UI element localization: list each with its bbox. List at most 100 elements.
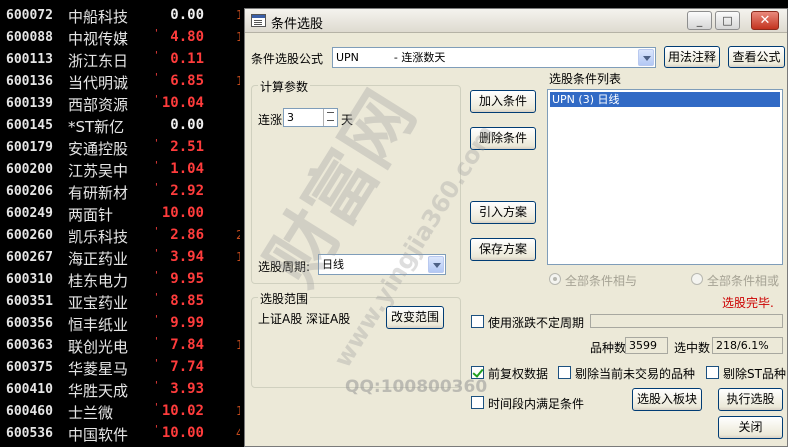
- table-row[interactable]: 600145 *ST新亿 0.00: [0, 115, 250, 137]
- stock-code: 600206: [6, 184, 53, 199]
- stock-name: 士兰微: [68, 404, 114, 422]
- table-row[interactable]: 600179 安通控股 ' 2.51: [0, 137, 250, 159]
- table-row[interactable]: 600351 亚宝药业 ' 8.85: [0, 291, 250, 313]
- table-row[interactable]: 600072中船科技0.001: [0, 5, 250, 27]
- progress-bar: [590, 314, 783, 328]
- add-to-block-button[interactable]: 选股入板块: [632, 388, 702, 411]
- close-button[interactable]: 关闭: [718, 416, 783, 439]
- table-row[interactable]: 600536中国软件'10.004: [0, 423, 250, 445]
- change-range-button[interactable]: 改变范围: [386, 306, 444, 329]
- use-period-label: 使用涨跌不定周期: [488, 316, 585, 330]
- calc-params-title: 计算参数: [258, 78, 311, 95]
- table-row[interactable]: 600200 江苏吴中 ' 1.04: [0, 159, 250, 181]
- list-item[interactable]: UPN (3) 日线: [550, 92, 780, 107]
- stock-name: 华胜天成: [68, 382, 129, 400]
- stock-name: 安通控股: [68, 140, 129, 158]
- table-row[interactable]: 600356 恒丰纸业 ' 9.99: [0, 313, 250, 335]
- dialog-titlebar[interactable]: 条件选股 _ □ ✕: [245, 9, 787, 33]
- stock-name: 亚宝药业: [68, 294, 129, 312]
- param-input[interactable]: 3: [283, 108, 338, 127]
- range-title: 选股范围: [258, 290, 311, 307]
- param-value: 3: [287, 111, 294, 124]
- condition-list[interactable]: UPN (3) 日线: [547, 89, 783, 265]
- stock-name: 凯乐科技: [68, 228, 129, 246]
- table-row[interactable]: 600375 华菱星马 ' 7.74: [0, 357, 250, 379]
- table-row[interactable]: 600139 西部资源 ' 10.04: [0, 93, 250, 115]
- import-plan-button[interactable]: 引入方案: [470, 201, 536, 224]
- period-label: 选股周期:: [258, 260, 311, 274]
- stock-name: 西部资源: [68, 96, 129, 114]
- app-icon: [251, 14, 266, 27]
- stock-name: 当代明诚: [68, 74, 129, 92]
- stock-change: 6.85: [170, 73, 204, 89]
- stock-marker: ': [155, 402, 158, 413]
- stock-name: 中船科技: [68, 8, 129, 26]
- stock-change: 8.85: [170, 293, 204, 309]
- delete-condition-button[interactable]: 删除条件: [470, 127, 536, 150]
- stock-marker: ': [155, 160, 158, 171]
- table-row[interactable]: 600310 桂东电力 ' 9.95: [0, 269, 250, 291]
- exclude-st-label: 剔除ST品种: [723, 367, 786, 381]
- radio-and-label: 全部条件相与: [565, 274, 638, 288]
- formula-select[interactable]: UPN - 连涨数天: [332, 47, 656, 68]
- stock-code: 600200: [6, 162, 53, 177]
- selected-field: 218/6.1%: [712, 337, 783, 354]
- stock-name: 中视传媒: [68, 30, 129, 48]
- table-row[interactable]: 600088中视传媒'4.801: [0, 27, 250, 49]
- use-period-checkbox[interactable]: [471, 315, 484, 328]
- stock-code: 600145: [6, 118, 53, 133]
- stock-marker: ': [155, 424, 158, 435]
- stock-change: 10.00: [161, 425, 204, 441]
- stock-code: 600310: [6, 272, 53, 287]
- radio-and[interactable]: [549, 273, 561, 285]
- stock-marker: ': [155, 248, 158, 259]
- exclude-untraded-checkbox[interactable]: [558, 366, 571, 379]
- stock-marker: ': [155, 292, 158, 303]
- table-row[interactable]: 600410 华胜天成 ' 3.93: [0, 379, 250, 401]
- table-row[interactable]: 600206 有研新材 ' 2.92: [0, 181, 250, 203]
- formula-value: UPN - 连涨数天: [336, 51, 446, 64]
- maximize-icon[interactable]: □: [715, 11, 740, 30]
- time-cond-label: 时间段内满足条件: [488, 397, 585, 411]
- condition-list-label: 选股条件列表: [549, 72, 622, 86]
- stock-marker: ': [155, 270, 158, 281]
- save-plan-button[interactable]: 保存方案: [470, 238, 536, 261]
- stock-marker: ': [155, 72, 158, 83]
- execute-selection-button[interactable]: 执行选股: [718, 388, 783, 411]
- range-value: 上证A股 深证A股: [258, 312, 351, 326]
- stock-change: 0.00: [170, 117, 204, 133]
- stock-code: 600179: [6, 140, 53, 155]
- table-row[interactable]: 600249 两面针 10.00: [0, 203, 250, 225]
- chevron-down-icon[interactable]: [428, 256, 444, 273]
- table-row[interactable]: 600267海正药业'3.941: [0, 247, 250, 269]
- table-row[interactable]: 600460士兰微'10.021: [0, 401, 250, 423]
- formula-label: 条件选股公式: [251, 52, 324, 66]
- stock-name: *ST新亿: [68, 118, 125, 136]
- stock-change: 1.04: [170, 161, 204, 177]
- usage-notes-button[interactable]: 用法注释: [664, 46, 720, 68]
- view-formula-button[interactable]: 查看公式: [728, 46, 785, 68]
- table-row[interactable]: 600363联创光电'7.841: [0, 335, 250, 357]
- table-row[interactable]: 600260凯乐科技'2.862: [0, 225, 250, 247]
- fq-checkbox[interactable]: [471, 366, 484, 379]
- close-icon[interactable]: ✕: [751, 11, 779, 30]
- add-condition-button[interactable]: 加入条件: [470, 90, 536, 113]
- radio-or[interactable]: [691, 273, 703, 285]
- minimize-icon[interactable]: _: [687, 11, 712, 30]
- table-row[interactable]: 600113 浙江东日 ' 0.11: [0, 49, 250, 71]
- chevron-down-icon[interactable]: [638, 49, 654, 66]
- stock-change: 3.93: [170, 381, 204, 397]
- stock-code: 600410: [6, 382, 53, 397]
- stock-code: 600139: [6, 96, 53, 111]
- stock-name: 恒丰纸业: [68, 316, 129, 334]
- period-select[interactable]: 日线: [318, 254, 446, 275]
- time-cond-checkbox[interactable]: [471, 396, 484, 409]
- table-row[interactable]: 600136当代明诚'6.851: [0, 71, 250, 93]
- exclude-st-checkbox[interactable]: [706, 366, 719, 379]
- stock-change: 7.84: [170, 337, 204, 353]
- stock-name: 两面针: [68, 206, 114, 224]
- param-spinner[interactable]: [323, 109, 337, 126]
- stock-name: 江苏吴中: [68, 162, 129, 180]
- stock-change: 2.92: [170, 183, 204, 199]
- fq-label: 前复权数据: [488, 367, 549, 381]
